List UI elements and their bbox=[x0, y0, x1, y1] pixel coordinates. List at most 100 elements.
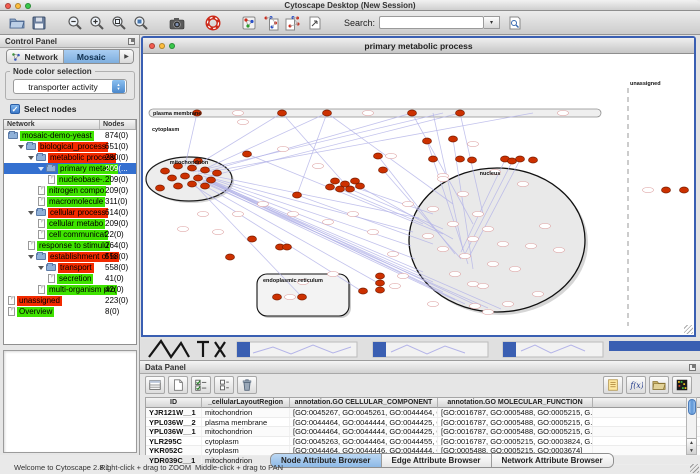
table-cell[interactable]: [GO:0016787, GO:0005215, GO:0003824, G..… bbox=[438, 437, 593, 446]
network-node[interactable] bbox=[376, 287, 385, 293]
table-cell[interactable] bbox=[593, 437, 700, 446]
notes-button[interactable] bbox=[603, 376, 623, 394]
function-builder-button[interactable] bbox=[626, 376, 646, 394]
table-cell[interactable]: YPL036W__2 bbox=[146, 418, 202, 427]
tree-row-cellular-process[interactable]: cellular process614(0) bbox=[4, 207, 136, 218]
frame-minimize-button[interactable] bbox=[159, 43, 165, 49]
network-node[interactable] bbox=[323, 110, 332, 116]
network-frame-titlebar[interactable]: primary metabolic process bbox=[143, 38, 694, 54]
network-canvas[interactable]: plasma membranecytoplasmmitochondrionnuc… bbox=[143, 54, 694, 335]
network-node[interactable] bbox=[423, 138, 432, 144]
network-node[interactable] bbox=[248, 236, 257, 242]
expander-icon[interactable] bbox=[28, 211, 34, 215]
table-cell[interactable]: [GO:0044464, GO:0044444, GO:0044425, G..… bbox=[290, 418, 438, 427]
node-color-dropdown[interactable]: transporter activity ▲▼ bbox=[13, 79, 127, 94]
network-node[interactable] bbox=[376, 280, 385, 286]
tree-row-nitrogen-compo[interactable]: nitrogen compo209(0) bbox=[4, 185, 136, 196]
frame-zoom-button[interactable] bbox=[169, 43, 175, 49]
table-cell[interactable] bbox=[593, 408, 700, 417]
zoom-selected-button[interactable] bbox=[130, 13, 152, 33]
tree-row-overview[interactable]: Overview8(0) bbox=[4, 306, 136, 317]
network-node[interactable] bbox=[226, 254, 235, 260]
frame-resize-grip[interactable] bbox=[684, 325, 693, 334]
table-cell[interactable] bbox=[593, 418, 700, 427]
table-cell[interactable]: YPL036W__1 bbox=[146, 427, 202, 436]
tree-col-nodes[interactable]: Nodes bbox=[100, 120, 136, 129]
scrollbar-arrows[interactable]: ▲▼ bbox=[687, 438, 696, 454]
table-row-YPL036W__1[interactable]: YPL036W__1mitochondrion[GO:0044464, GO:0… bbox=[146, 427, 700, 437]
table-cell[interactable]: YLR295C bbox=[146, 437, 202, 446]
table-cell[interactable]: plasma membrane bbox=[202, 418, 290, 427]
tree-col-network[interactable]: Network bbox=[4, 120, 100, 129]
table-cell[interactable]: [GO:0016787, GO:0005488, GO:0005215, G..… bbox=[438, 427, 593, 436]
expander-icon[interactable] bbox=[28, 156, 34, 160]
annotation-page-button[interactable] bbox=[304, 13, 326, 33]
network-node[interactable] bbox=[508, 158, 517, 164]
network-node[interactable] bbox=[243, 151, 252, 157]
tabs-overflow-icon[interactable]: ▶ bbox=[120, 50, 133, 63]
tree-row-cellular-metabo[interactable]: cellular metabo209(0) bbox=[4, 218, 136, 229]
birdseye-view[interactable] bbox=[3, 350, 137, 453]
table-row-YPL036W__2[interactable]: YPL036W__2plasma membrane[GO:0044464, GO… bbox=[146, 418, 700, 428]
tree-row-multi-organism-pro[interactable]: multi-organism pro42(0) bbox=[4, 284, 136, 295]
import-folder-button[interactable] bbox=[649, 376, 669, 394]
open-folder-button[interactable] bbox=[6, 13, 28, 33]
network-node[interactable] bbox=[188, 181, 197, 187]
network-node[interactable] bbox=[516, 156, 525, 162]
select-nodes-checkbox[interactable]: ✓ bbox=[10, 104, 20, 114]
network-node[interactable] bbox=[201, 167, 210, 173]
float-panel-icon[interactable] bbox=[689, 364, 696, 371]
tree-row-primary-metabo[interactable]: primary metabo209(... bbox=[4, 163, 136, 174]
network-node[interactable] bbox=[449, 136, 458, 142]
table-cell[interactable]: [GO:0045267, GO:0045261, GO:0044464, G..… bbox=[290, 408, 438, 417]
network-node[interactable] bbox=[408, 110, 417, 116]
vizmapper-button[interactable] bbox=[238, 13, 260, 33]
network-node[interactable] bbox=[374, 153, 383, 159]
table-row-YLR295C[interactable]: YLR295Ccytoplasm[GO:0045263, GO:0044464,… bbox=[146, 437, 700, 447]
network-node[interactable] bbox=[174, 183, 183, 189]
column-header-empty[interactable] bbox=[593, 398, 700, 408]
network-node[interactable] bbox=[298, 294, 307, 300]
column-header-annotation.GO MOLECULAR_FUNCTION[interactable]: annotation.GO MOLECULAR_FUNCTION bbox=[438, 398, 593, 408]
network-node[interactable] bbox=[356, 183, 365, 189]
plugin-manager-button[interactable] bbox=[202, 13, 224, 33]
tree-row-mosaic-demo-yeast[interactable]: mosaic-demo-yeast874(0) bbox=[4, 130, 136, 141]
tree-row-nucleobase-[interactable]: nucleobase-...209(0) bbox=[4, 174, 136, 185]
network-node[interactable] bbox=[429, 156, 438, 162]
zoom-in-button[interactable] bbox=[86, 13, 108, 33]
column-header-_cellularLayoutRegion[interactable]: _cellularLayoutRegion bbox=[202, 398, 290, 408]
column-header-annotation.GO CELLULAR_COMPONENT[interactable]: annotation.GO CELLULAR_COMPONENT bbox=[290, 398, 438, 408]
network-node[interactable] bbox=[278, 110, 287, 116]
expander-icon[interactable] bbox=[28, 255, 34, 259]
network-node[interactable] bbox=[181, 173, 190, 179]
network-node[interactable] bbox=[273, 294, 282, 300]
search-combo-arrow-icon[interactable]: ▾ bbox=[484, 16, 500, 29]
unselect-attributes-button[interactable] bbox=[214, 376, 234, 394]
network-node[interactable] bbox=[662, 187, 671, 193]
search-options-button[interactable] bbox=[504, 13, 526, 33]
zoom-fit-button[interactable] bbox=[108, 13, 130, 33]
expander-icon[interactable] bbox=[18, 145, 24, 149]
table-cell[interactable]: [GO:0016787, GO:0005488, GO:0005215, G..… bbox=[438, 418, 593, 427]
network-node[interactable] bbox=[283, 244, 292, 250]
table-cell[interactable]: mitochondrion bbox=[202, 427, 290, 436]
zoom-out-button[interactable] bbox=[64, 13, 86, 33]
scrollbar-thumb[interactable] bbox=[688, 399, 696, 415]
tree-row-transport[interactable]: transport558(0) bbox=[4, 262, 136, 273]
table-cell[interactable]: [GO:0044464, GO:0044444, GO:0044425, G..… bbox=[290, 427, 438, 436]
network-node[interactable] bbox=[161, 168, 170, 174]
tree-row-cell-communicat[interactable]: cell communicat22(0) bbox=[4, 229, 136, 240]
network-node[interactable] bbox=[376, 273, 385, 279]
close-button[interactable] bbox=[5, 3, 11, 9]
float-panel-icon[interactable] bbox=[128, 38, 135, 45]
network-node[interactable] bbox=[331, 178, 340, 184]
expander-icon[interactable] bbox=[38, 266, 44, 270]
table-cell[interactable]: YKR052C bbox=[146, 446, 202, 455]
tab-mosaic[interactable]: Mosaic bbox=[64, 50, 121, 63]
tree-row-response-to-stimulu[interactable]: response to stimulu264(0) bbox=[4, 240, 136, 251]
tree-row-secretion[interactable]: secretion41(0) bbox=[4, 273, 136, 284]
layout-copy-button[interactable] bbox=[260, 13, 282, 33]
layout-apply-button[interactable] bbox=[282, 13, 304, 33]
tree-row-establishment-of-lo[interactable]: establishment of lo558(0) bbox=[4, 251, 136, 262]
network-node[interactable] bbox=[346, 186, 355, 192]
